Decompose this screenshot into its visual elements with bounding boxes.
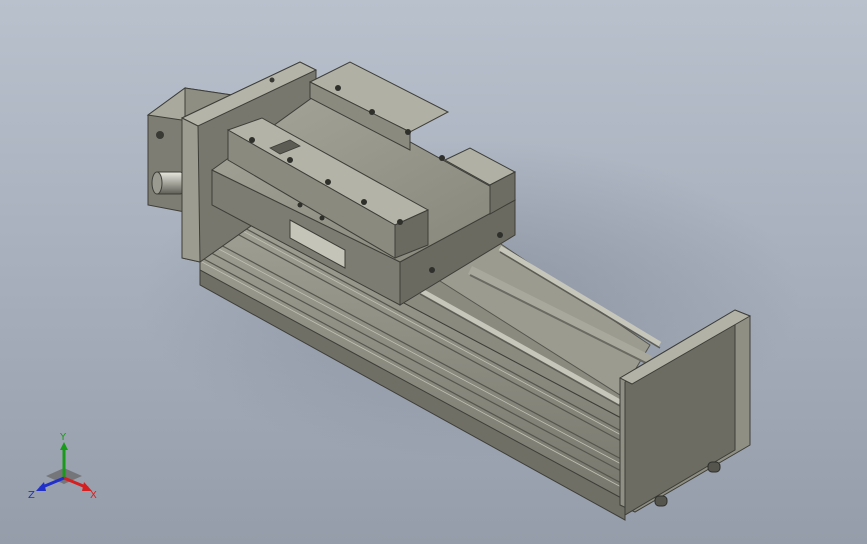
drive-shaft [151, 171, 184, 195]
x-axis-label: X [90, 490, 97, 501]
z-axis-label: Z [28, 490, 35, 501]
end-plate-left-side [181, 117, 201, 263]
z-axis-arrow [36, 482, 46, 491]
axis-triad: Y X Z [28, 432, 97, 501]
y-axis-label: Y [59, 432, 67, 443]
y-axis-arrow [60, 442, 68, 450]
linear-actuator-model[interactable] [0, 0, 867, 544]
mount-hole [156, 131, 164, 139]
cad-viewport[interactable]: Y X Z [0, 0, 867, 544]
plate-hole [269, 77, 275, 83]
end-plate-right-foot-1 [707, 461, 721, 473]
end-plate-right-foot-2 [654, 495, 668, 507]
